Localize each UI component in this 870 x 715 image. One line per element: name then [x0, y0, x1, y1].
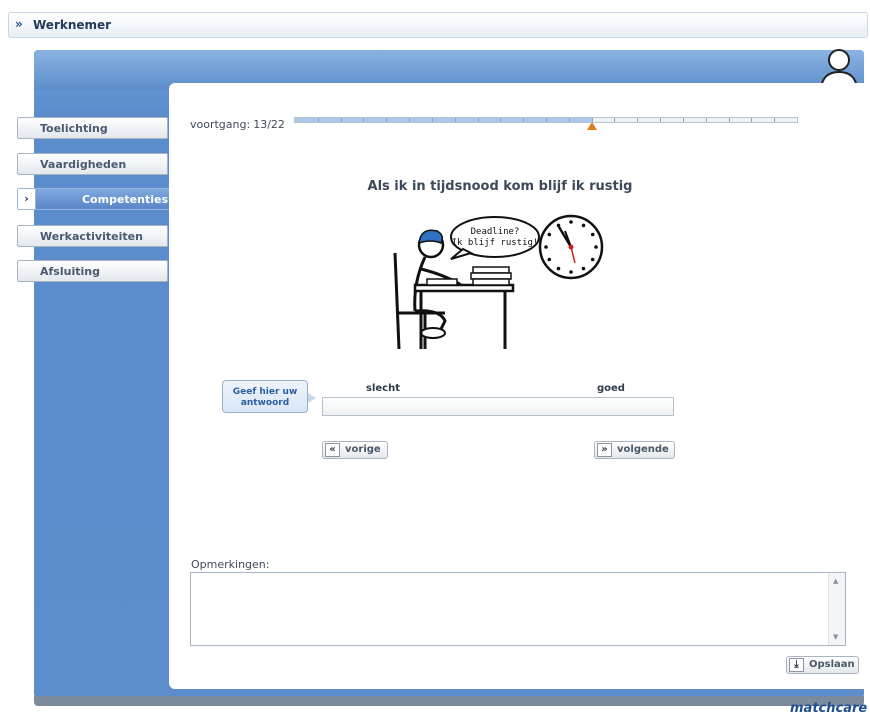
hint-line2: antwoord [240, 398, 290, 408]
save-button[interactable]: ⤓ Opslaan [786, 656, 859, 674]
scroll-up-icon[interactable]: ▲ [833, 577, 838, 585]
double-chevron-right-icon: » [15, 17, 23, 31]
progress-tick [705, 118, 707, 122]
progress-tick [660, 118, 662, 122]
chevron-right-icon: › [18, 189, 36, 209]
progress-tick [546, 118, 547, 122]
sidebar-item-label: Toelichting [40, 122, 108, 135]
sidebar-item-label: Vaardigheden [40, 158, 127, 171]
app-window: » Werknemer Toelichting Vaardigheden › C… [0, 0, 870, 715]
scroll-down-icon[interactable]: ▼ [833, 633, 838, 641]
progress-count: 13/22 [253, 118, 285, 131]
prev-button[interactable]: « vorige [322, 441, 388, 459]
prev-button-label: vorige [345, 444, 381, 455]
progress-tick [637, 118, 639, 122]
sidebar-item-label: Werkactiviteiten [40, 230, 143, 243]
double-chevron-left-icon: « [325, 443, 340, 457]
window-title: Werknemer [33, 18, 112, 32]
progress-tick [751, 118, 753, 122]
progress-marker-icon [586, 122, 597, 130]
hint-line1: Geef hier uw [232, 387, 298, 397]
next-button-label: volgende [617, 444, 669, 455]
sidebar-item-afsluiting[interactable]: Afsluiting [17, 260, 168, 282]
answer-hint-bubble: Geef hier uw antwoord [222, 380, 308, 413]
sidebar-item-vaardigheden[interactable]: Vaardigheden [17, 153, 168, 175]
question-text: Als ik in tijdsnood kom blijf ik rustig [367, 179, 633, 194]
progress-tick [523, 118, 525, 122]
double-chevron-right-icon: » [597, 443, 612, 457]
progress-tick [682, 118, 684, 122]
progress-caption: voortgang: [190, 118, 251, 131]
sidebar-item-label: Afsluiting [40, 265, 100, 278]
hint-bubble-tail [308, 393, 316, 403]
remarks-scrollbar[interactable]: ▲ ▼ [828, 573, 845, 645]
answer-scale-slider[interactable] [322, 397, 674, 416]
progress-tick [431, 118, 433, 122]
brand-logo-text: matchcare [790, 701, 868, 715]
progress-tick [409, 118, 411, 122]
scale-high-label: goed [597, 383, 625, 394]
progress-tick [363, 118, 365, 122]
sidebar-item-toelichting[interactable]: Toelichting [17, 117, 168, 139]
sidebar-item-werkactiviteiten[interactable]: Werkactiviteiten [17, 225, 168, 247]
progress-tick [454, 118, 456, 122]
stress-illustration: Deadline? Ik blijf rustig! [393, 214, 604, 350]
progress-label: voortgang: 13/22 [190, 118, 285, 131]
speech-text-line2: Ik blijf rustig! [452, 238, 539, 248]
progress-tick [568, 118, 570, 122]
window-title-bar: » Werknemer [8, 12, 868, 38]
progress-ticks [295, 118, 797, 122]
progress-tick [340, 118, 342, 122]
sidebar-item-label: Competenties [81, 193, 168, 206]
remarks-label: Opmerkingen: [191, 558, 270, 571]
progress-tick [500, 118, 502, 122]
remarks-textarea[interactable] [190, 572, 846, 646]
next-button[interactable]: » volgende [594, 441, 675, 459]
scale-low-label: slecht [366, 383, 400, 394]
progress-tick [386, 118, 388, 122]
save-button-label: Opslaan [809, 659, 855, 670]
progress-bar [294, 117, 798, 123]
progress-tick [728, 118, 730, 122]
speech-text-line1: Deadline? [471, 227, 520, 237]
progress-tick [477, 118, 479, 122]
progress-tick [774, 118, 776, 122]
download-icon: ⤓ [789, 658, 804, 672]
sidebar-item-competenties[interactable]: › Competenties [17, 188, 177, 210]
frame-bottom-strip [34, 696, 864, 706]
progress-tick [317, 118, 319, 122]
progress-tick [614, 118, 616, 122]
